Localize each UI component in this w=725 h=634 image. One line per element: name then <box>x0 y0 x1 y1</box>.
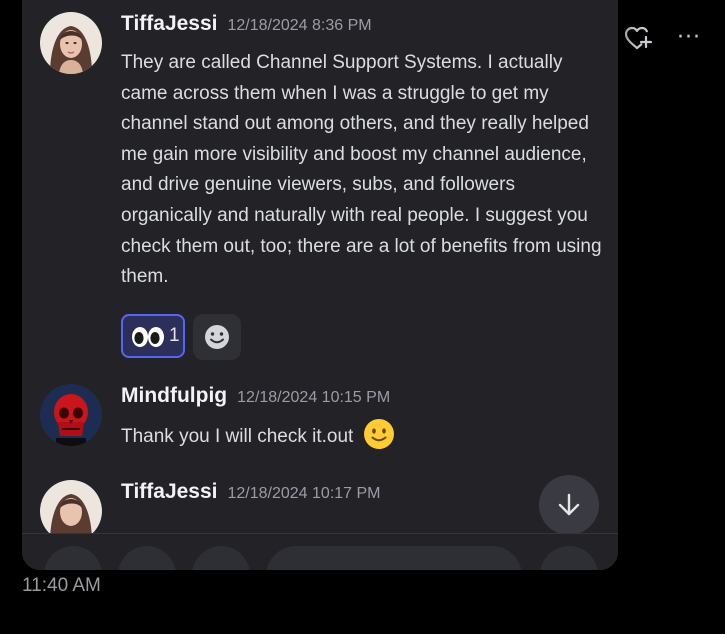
avatar[interactable] <box>40 12 102 74</box>
message-text: Thank you I will check it.out <box>121 426 354 447</box>
slightly-smiling-face-emoji <box>363 419 394 449</box>
message-timestamp: 12/18/2024 10:15 PM <box>237 389 391 406</box>
message-header: TiffaJessi 12/18/2024 8:36 PM <box>121 12 372 36</box>
avatar-image-mindfulpig <box>40 384 102 446</box>
author-name[interactable]: TiffaJessi <box>121 480 218 503</box>
author-name[interactable]: TiffaJessi <box>121 12 218 35</box>
reaction-count: 1 <box>169 325 180 346</box>
bottom-action-bar <box>22 533 618 570</box>
discord-screenshot-panel: TiffaJessi 12/18/2024 8:36 PM They are ca… <box>22 0 618 570</box>
bottom-action-button[interactable] <box>44 546 102 570</box>
post-time: 11:40 AM <box>22 575 101 596</box>
message-text-row: Thank you I will check it.out <box>121 418 395 453</box>
arrow-down-icon <box>558 493 580 516</box>
message-text: They are called Channel Support Systems.… <box>121 52 602 288</box>
more-horizontal-icon[interactable]: ··· <box>677 27 707 49</box>
scroll-to-bottom-button[interactable] <box>539 475 599 535</box>
post-actions: ··· <box>615 24 725 54</box>
screen: ··· TiffaJessi 12/18/2024 8:36 PM They a… <box>0 0 725 634</box>
message-timestamp: 12/18/2024 8:36 PM <box>227 17 372 34</box>
message-header: TiffaJessi 12/18/2024 10:17 PM <box>121 480 381 504</box>
message-input[interactable] <box>266 546 522 570</box>
message-timestamp: 12/18/2024 10:17 PM <box>227 485 381 502</box>
reaction-eyes[interactable]: 1 <box>121 314 185 358</box>
message-item: Mindfulpig 12/18/2024 10:15 PM Thank you … <box>40 384 600 454</box>
bottom-action-button[interactable] <box>540 546 598 570</box>
bottom-action-button[interactable] <box>118 546 176 570</box>
avatar[interactable] <box>40 384 102 446</box>
heart-plus-icon[interactable] <box>623 24 653 54</box>
avatar-image-tiffajessi <box>40 12 102 74</box>
add-reaction-button[interactable] <box>193 314 241 360</box>
author-name[interactable]: Mindfulpig <box>121 384 227 407</box>
message-item: TiffaJessi 12/18/2024 8:36 PM They are ca… <box>40 12 602 362</box>
bottom-action-button[interactable] <box>192 546 250 570</box>
message-header: Mindfulpig 12/18/2024 10:15 PM <box>121 384 390 408</box>
smiley-icon <box>205 325 229 349</box>
eyes-emoji <box>132 327 164 347</box>
